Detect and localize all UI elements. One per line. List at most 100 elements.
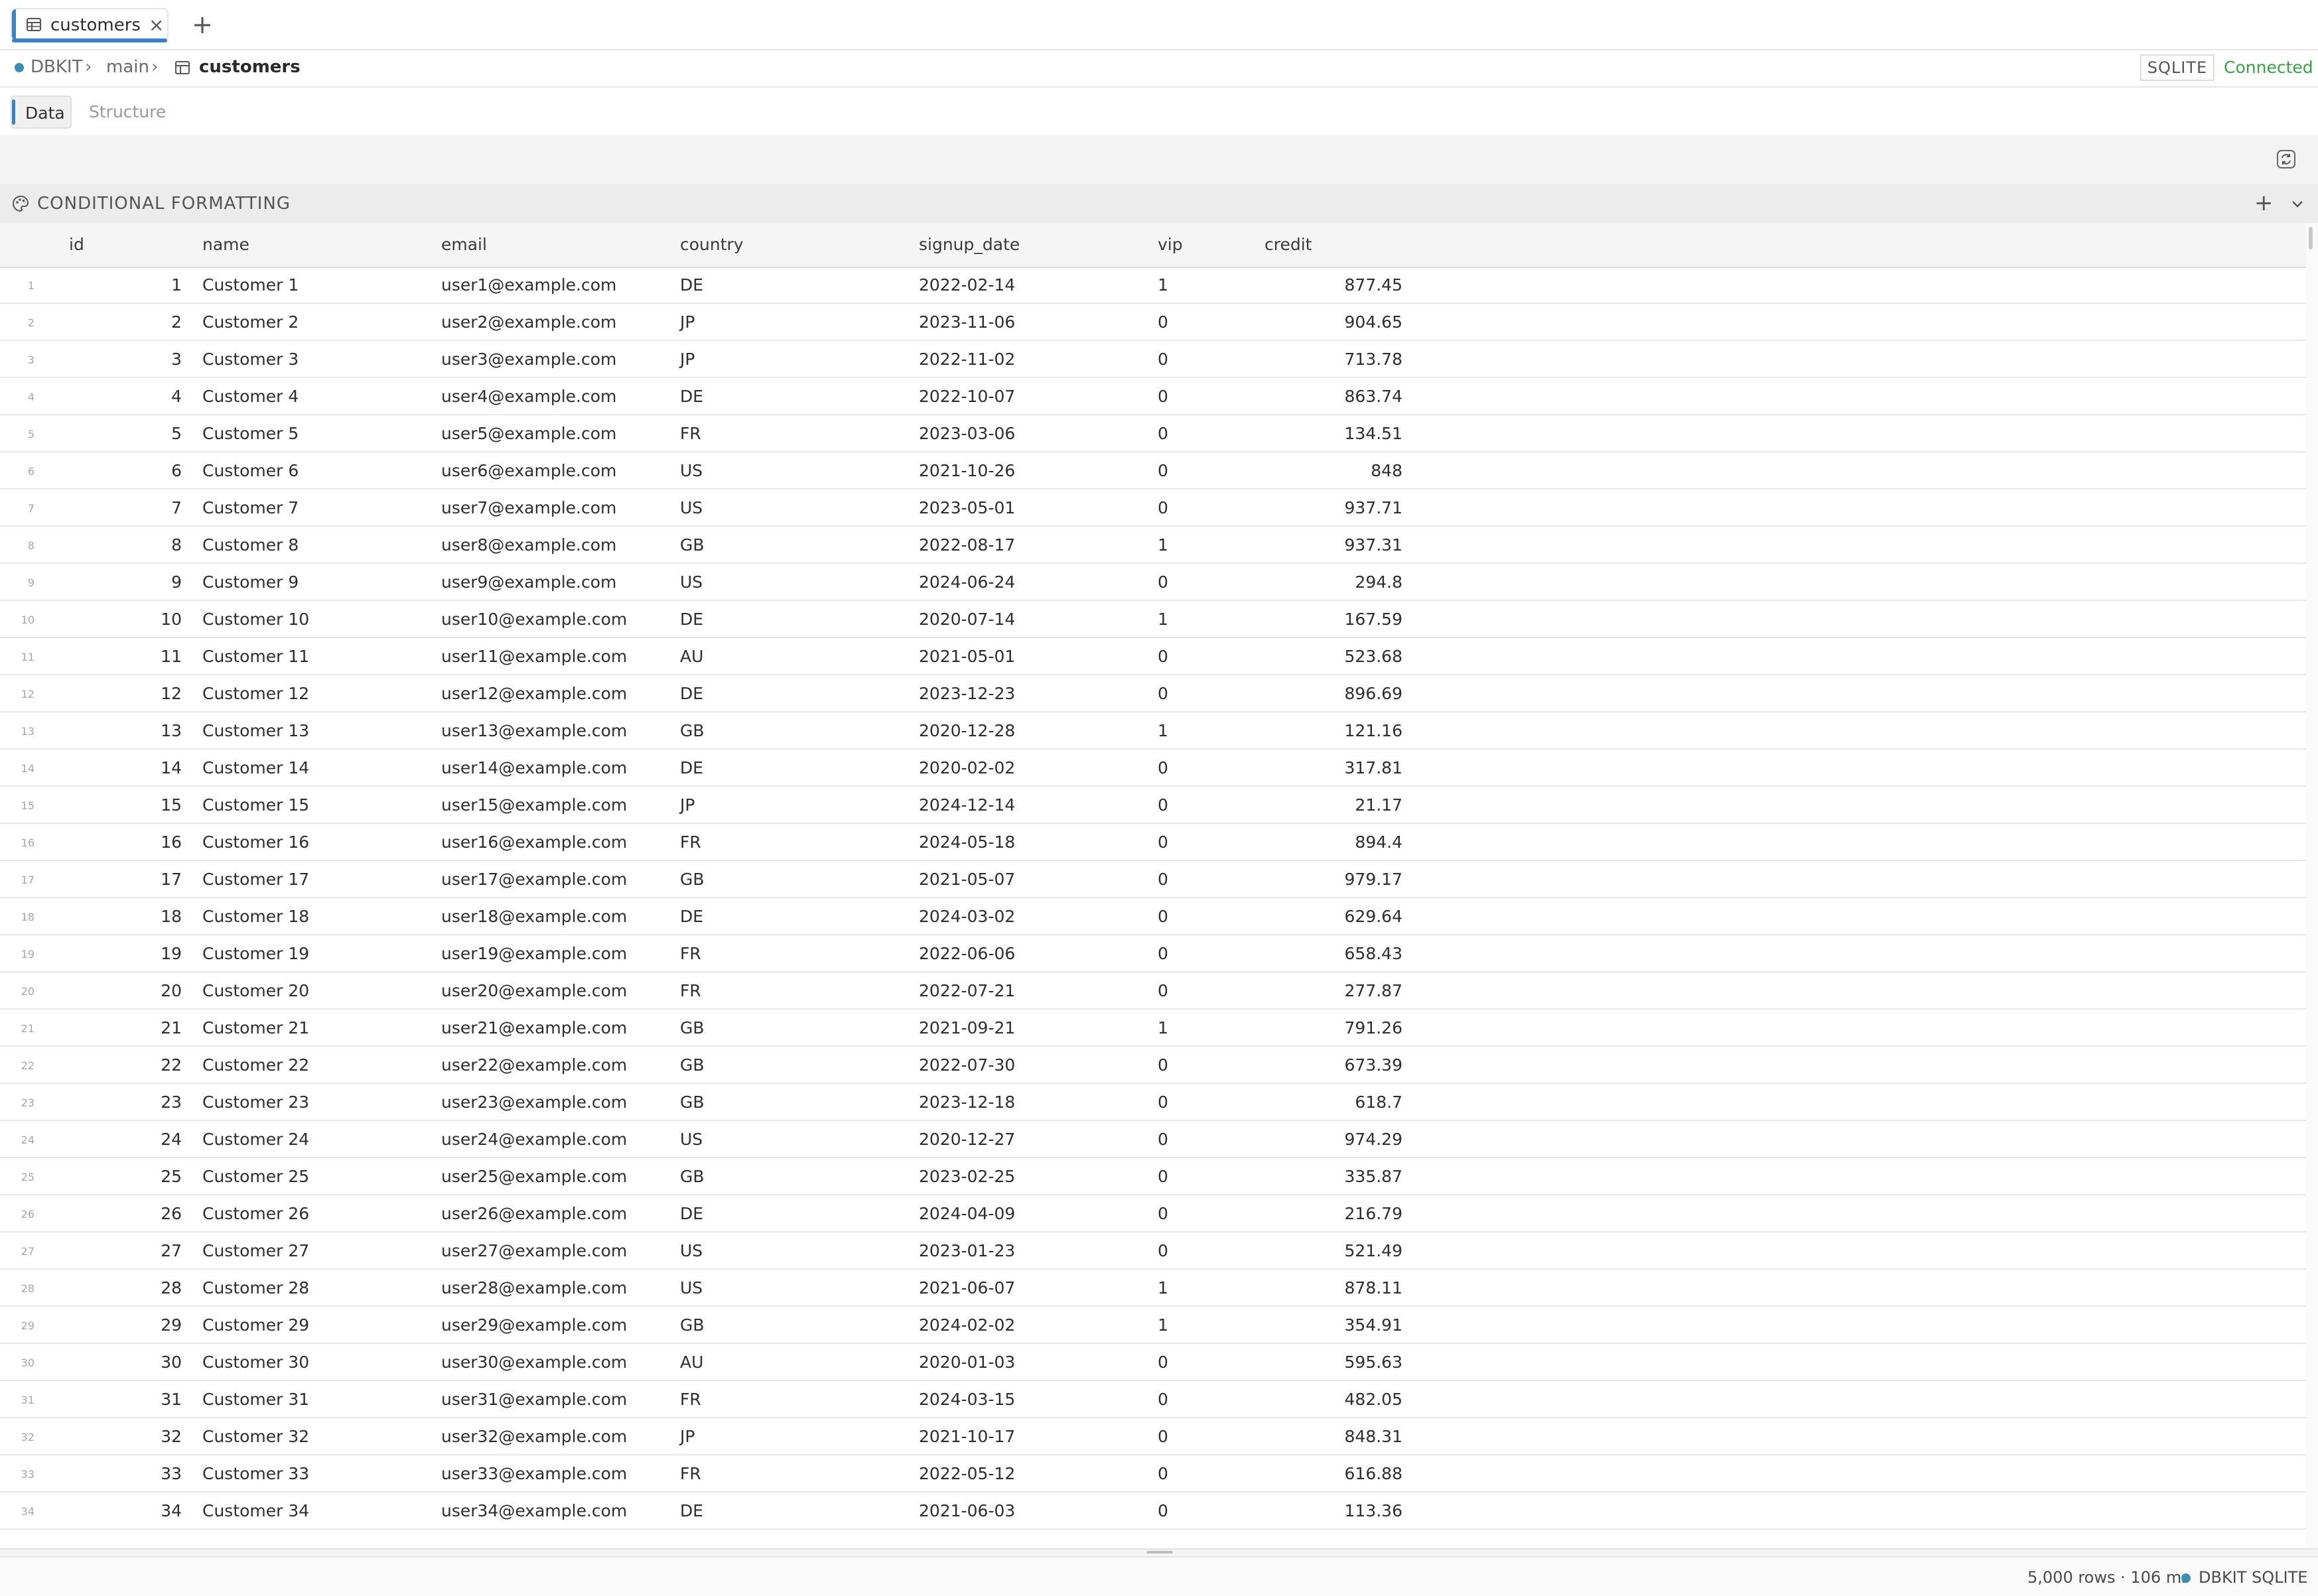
cell-vip[interactable]: 1 (1158, 1315, 1168, 1335)
cell-id[interactable]: 2 (40, 312, 182, 332)
cell-name[interactable]: Customer 19 (202, 944, 309, 963)
cell-country[interactable]: GB (680, 1093, 705, 1112)
cell-country[interactable]: US (680, 461, 703, 480)
cell-signup-date[interactable]: 2020-01-03 (919, 1353, 1015, 1372)
cell-country[interactable]: GB (680, 1055, 705, 1075)
cell-credit[interactable]: 335.87 (1234, 1167, 1402, 1186)
cell-id[interactable]: 1 (40, 275, 182, 295)
cell-vip[interactable]: 0 (1158, 1390, 1168, 1409)
cell-country[interactable]: GB (680, 535, 705, 555)
cell-signup-date[interactable]: 2024-04-09 (919, 1204, 1015, 1223)
cell-id[interactable]: 21 (40, 1018, 182, 1037)
cell-vip[interactable]: 0 (1158, 350, 1168, 369)
cell-id[interactable]: 24 (40, 1130, 182, 1149)
cell-id[interactable]: 4 (40, 387, 182, 406)
cell-id[interactable]: 8 (40, 535, 182, 555)
table-row[interactable]: 11 11 Customer 11 user11@example.com AU 2021-… (0, 638, 2306, 675)
cell-vip[interactable]: 0 (1158, 1501, 1168, 1520)
cell-id[interactable]: 9 (40, 572, 182, 592)
table-row[interactable]: 5 5 Customer 5 user5@example.com FR 2023-03-0… (0, 415, 2306, 452)
cell-email[interactable]: user12@example.com (441, 684, 627, 703)
table-row[interactable]: 17 17 Customer 17 user17@example.com GB 2021-… (0, 861, 2306, 898)
cell-signup-date[interactable]: 2024-12-14 (919, 795, 1015, 815)
cell-id[interactable]: 28 (40, 1278, 182, 1297)
cell-email[interactable]: user27@example.com (441, 1241, 627, 1260)
cell-vip[interactable]: 0 (1158, 1353, 1168, 1372)
cell-id[interactable]: 7 (40, 498, 182, 517)
scrollbar-thumb[interactable] (2309, 227, 2313, 249)
cell-signup-date[interactable]: 2022-08-17 (919, 535, 1015, 555)
cell-country[interactable]: US (680, 1130, 703, 1149)
cell-name[interactable]: Customer 20 (202, 981, 309, 1000)
cell-email[interactable]: user10@example.com (441, 610, 627, 629)
cell-vip[interactable]: 0 (1158, 1167, 1168, 1186)
close-icon[interactable]: × (149, 14, 164, 36)
cell-signup-date[interactable]: 2021-06-07 (919, 1278, 1015, 1297)
cell-credit[interactable]: 521.49 (1234, 1241, 1402, 1260)
table-row[interactable]: 8 8 Customer 8 user8@example.com GB 2022-08-1… (0, 527, 2306, 564)
cell-email[interactable]: user29@example.com (441, 1315, 627, 1335)
cell-credit[interactable]: 877.45 (1234, 275, 1402, 295)
cell-name[interactable]: Customer 5 (202, 424, 299, 443)
cell-id[interactable]: 10 (40, 610, 182, 629)
column-header-name[interactable]: name (202, 235, 249, 254)
cell-vip[interactable]: 0 (1158, 684, 1168, 703)
cell-email[interactable]: user5@example.com (441, 424, 616, 443)
column-header-signup-date[interactable]: signup_date (919, 235, 1020, 254)
cell-country[interactable]: US (680, 498, 703, 517)
cell-name[interactable]: Customer 12 (202, 684, 309, 703)
cell-name[interactable]: Customer 18 (202, 907, 309, 926)
table-row[interactable]: 22 22 Customer 22 user22@example.com GB 2022-… (0, 1047, 2306, 1084)
cell-email[interactable]: user21@example.com (441, 1018, 627, 1037)
cell-email[interactable]: user4@example.com (441, 387, 616, 406)
cell-country[interactable]: US (680, 1278, 703, 1297)
cell-email[interactable]: user13@example.com (441, 721, 627, 740)
cell-name[interactable]: Customer 13 (202, 721, 309, 740)
cell-credit[interactable]: 894.4 (1234, 832, 1402, 852)
table-row[interactable]: 34 34 Customer 34 user34@example.com DE 2021-… (0, 1493, 2306, 1530)
cell-credit[interactable]: 618.7 (1234, 1093, 1402, 1112)
column-header-vip[interactable]: vip (1158, 235, 1183, 254)
cell-id[interactable]: 13 (40, 721, 182, 740)
cell-id[interactable]: 11 (40, 647, 182, 666)
cell-country[interactable]: FR (680, 944, 701, 963)
column-header-credit[interactable]: credit (1264, 235, 1312, 254)
cell-email[interactable]: user33@example.com (441, 1464, 627, 1483)
cell-id[interactable]: 3 (40, 350, 182, 369)
table-row[interactable]: 27 27 Customer 27 user27@example.com US 2023-… (0, 1232, 2306, 1270)
cell-email[interactable]: user14@example.com (441, 758, 627, 777)
cell-signup-date[interactable]: 2023-11-06 (919, 312, 1015, 332)
cell-email[interactable]: user23@example.com (441, 1093, 627, 1112)
cell-email[interactable]: user7@example.com (441, 498, 616, 517)
cell-vip[interactable]: 1 (1158, 275, 1168, 295)
cell-credit[interactable]: 482.05 (1234, 1390, 1402, 1409)
cell-name[interactable]: Customer 30 (202, 1353, 309, 1372)
cell-email[interactable]: user19@example.com (441, 944, 627, 963)
table-row[interactable]: 1 1 Customer 1 user1@example.com DE 2022-02-1… (0, 267, 2306, 304)
cell-vip[interactable]: 0 (1158, 1241, 1168, 1260)
cell-name[interactable]: Customer 22 (202, 1055, 309, 1075)
cell-country[interactable]: GB (680, 1167, 705, 1186)
cell-id[interactable]: 33 (40, 1464, 182, 1483)
cell-signup-date[interactable]: 2020-12-28 (919, 721, 1015, 740)
cell-country[interactable]: GB (680, 721, 705, 740)
cell-country[interactable]: JP (680, 1427, 695, 1446)
cell-credit[interactable]: 863.74 (1234, 387, 1402, 406)
cell-name[interactable]: Customer 34 (202, 1501, 309, 1520)
cell-signup-date[interactable]: 2024-05-18 (919, 832, 1015, 852)
cell-signup-date[interactable]: 2022-05-12 (919, 1464, 1015, 1483)
cell-country[interactable]: FR (680, 832, 701, 852)
cell-country[interactable]: DE (680, 610, 703, 629)
vertical-scrollbar[interactable] (2306, 223, 2318, 1550)
cell-country[interactable]: FR (680, 424, 701, 443)
cell-signup-date[interactable]: 2023-05-01 (919, 498, 1015, 517)
cell-name[interactable]: Customer 15 (202, 795, 309, 815)
cell-credit[interactable]: 979.17 (1234, 870, 1402, 889)
cell-id[interactable]: 26 (40, 1204, 182, 1223)
cell-id[interactable]: 22 (40, 1055, 182, 1075)
cell-email[interactable]: user32@example.com (441, 1427, 627, 1446)
cell-credit[interactable]: 167.59 (1234, 610, 1402, 629)
cell-country[interactable]: AU (680, 647, 703, 666)
cell-name[interactable]: Customer 31 (202, 1390, 309, 1409)
cell-vip[interactable]: 0 (1158, 1204, 1168, 1223)
